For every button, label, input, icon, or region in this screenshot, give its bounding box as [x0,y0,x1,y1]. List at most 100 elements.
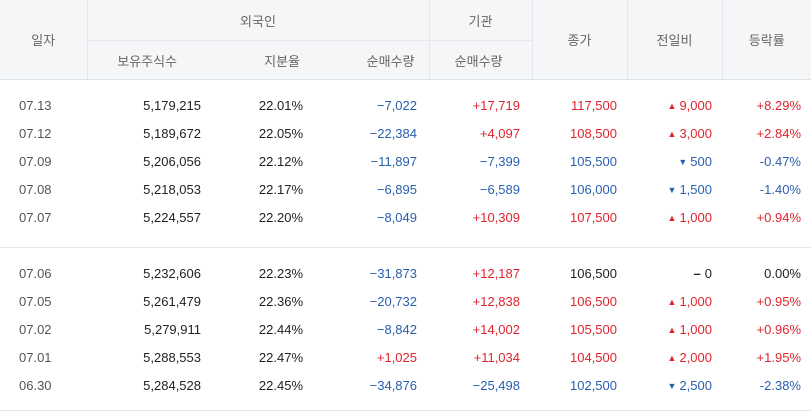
triangle-up-icon: ▲ [667,352,677,363]
inst-net-cell-value: +4,097 [479,125,520,141]
rate-cell-value: 0.00% [764,265,801,281]
close-cell-value: 105,500 [570,321,617,337]
change-value: 1,500 [679,181,712,197]
date-cell-value: 07.12 [19,125,52,141]
header-change: 전일비 [626,0,722,80]
date-cell: 07.13 [0,91,87,119]
change-value: 1,000 [679,293,712,309]
change-value: 2,500 [679,377,712,393]
holdings-cell: 5,224,557 [87,203,201,231]
change-value: 3,000 [679,125,712,141]
rate-cell-value: +0.95% [756,293,801,309]
header-foreign-net: 순매수량 [315,40,429,80]
ratio-cell-value: 22.01% [258,97,303,113]
foreign-net-cell: −8,049 [315,203,429,231]
holdings-cell-value: 5,288,553 [143,349,201,365]
inst-net-cell: +10,309 [429,203,532,231]
foreign-net-cell-value: −34,876 [369,377,417,393]
foreign-net-cell-value: −31,873 [369,265,417,281]
table-row: 07.09 5,206,056 22.12% −11,897 −7,399 105,500… [0,147,811,175]
holdings-cell-value: 5,232,606 [143,265,201,281]
inst-net-cell-value: +12,187 [472,265,520,281]
holdings-cell-value: 5,224,557 [143,209,201,225]
date-cell-value: 07.05 [19,293,52,309]
holdings-cell: 5,179,215 [87,91,201,119]
inst-net-cell: +14,002 [429,315,532,343]
holdings-cell-value: 5,218,053 [143,181,201,197]
close-cell: 117,500 [532,91,627,119]
change-value: 2,000 [679,349,712,365]
date-cell: 07.01 [0,343,87,371]
rate-cell: -2.38% [722,371,811,399]
row-spacer [0,248,811,260]
inst-net-cell: +12,838 [429,287,532,315]
date-cell-value: 07.09 [19,153,52,169]
holdings-cell: 5,232,606 [87,259,201,287]
investor-trading-table: 일자 외국인 기관 종가 전일비 등락률 보유주식수 지분율 순매수량 순매수량… [0,0,811,411]
row-spacer [0,80,811,92]
foreign-net-cell-value: −8,842 [376,321,417,337]
foreign-net-cell: −6,895 [315,175,429,203]
inst-net-cell: +17,719 [429,91,532,119]
triangle-up-icon: ▲ [667,212,677,223]
ratio-cell-value: 22.23% [258,265,303,281]
close-cell: 105,500 [532,147,627,175]
date-cell: 07.05 [0,287,87,315]
change-value: 9,000 [679,97,712,113]
date-cell: 07.06 [0,259,87,287]
date-cell-value: 07.07 [19,209,52,225]
holdings-cell: 5,279,911 [87,315,201,343]
holdings-cell-value: 5,189,672 [143,125,201,141]
ratio-cell-value: 22.47% [258,349,303,365]
rate-cell: +0.96% [722,315,811,343]
holdings-cell: 5,218,053 [87,175,201,203]
inst-net-cell-value: +17,719 [472,97,520,113]
inst-net-cell: −6,589 [429,175,532,203]
close-cell: 106,500 [532,287,627,315]
foreign-net-cell-value: −6,895 [376,181,417,197]
date-cell-value: 07.01 [19,349,52,365]
table-row: 06.30 5,284,528 22.45% −34,876 −25,498 102,50… [0,371,811,399]
ratio-cell: 22.36% [201,287,315,315]
dash-icon: – [693,265,701,281]
table-row: 07.07 5,224,557 22.20% −8,049 +10,309 107,500… [0,203,811,231]
ratio-cell-value: 22.36% [258,293,303,309]
foreign-net-cell: +1,025 [315,343,429,371]
foreign-net-cell-value: −22,384 [369,125,417,141]
header-inst-net: 순매수량 [428,40,532,80]
close-cell-value: 106,500 [570,293,617,309]
ratio-cell: 22.45% [201,371,315,399]
holdings-cell: 5,284,528 [87,371,201,399]
ratio-cell-value: 22.20% [258,209,303,225]
change-cell: ▲ 1,000 [627,287,722,315]
close-cell: 104,500 [532,343,627,371]
change-cell: ▼ 500 [627,147,722,175]
ratio-cell: 22.17% [201,175,315,203]
table-row: 07.05 5,261,479 22.36% −20,732 +12,838 106,50… [0,287,811,315]
date-cell-value: 07.13 [19,97,52,113]
inst-net-cell: −7,399 [429,147,532,175]
holdings-cell-value: 5,206,056 [143,153,201,169]
foreign-net-cell: −20,732 [315,287,429,315]
holdings-cell: 5,288,553 [87,343,201,371]
change-value: 1,000 [679,209,712,225]
close-cell-value: 104,500 [570,349,617,365]
date-cell: 07.07 [0,203,87,231]
triangle-down-icon: ▼ [667,184,677,195]
date-cell-value: 07.02 [19,321,52,337]
rate-cell-value: +0.94% [756,209,801,225]
inst-net-cell-value: +12,838 [472,293,520,309]
ratio-cell: 22.47% [201,343,315,371]
ratio-cell-value: 22.05% [258,125,303,141]
rate-cell: +2.84% [722,119,811,147]
inst-net-cell-value: +11,034 [473,349,520,365]
foreign-net-cell: −31,873 [315,259,429,287]
close-cell: 105,500 [532,315,627,343]
table-row: 07.02 5,279,911 22.44% −8,842 +14,002 105,500… [0,315,811,343]
foreign-net-cell-value: −11,897 [370,153,417,169]
triangle-up-icon: ▲ [667,324,677,335]
row-spacer [0,399,811,411]
change-value: 500 [690,153,712,169]
table-header: 일자 외국인 기관 종가 전일비 등락률 보유주식수 지분율 순매수량 순매수량 [0,0,811,80]
change-value: 0 [704,265,712,281]
